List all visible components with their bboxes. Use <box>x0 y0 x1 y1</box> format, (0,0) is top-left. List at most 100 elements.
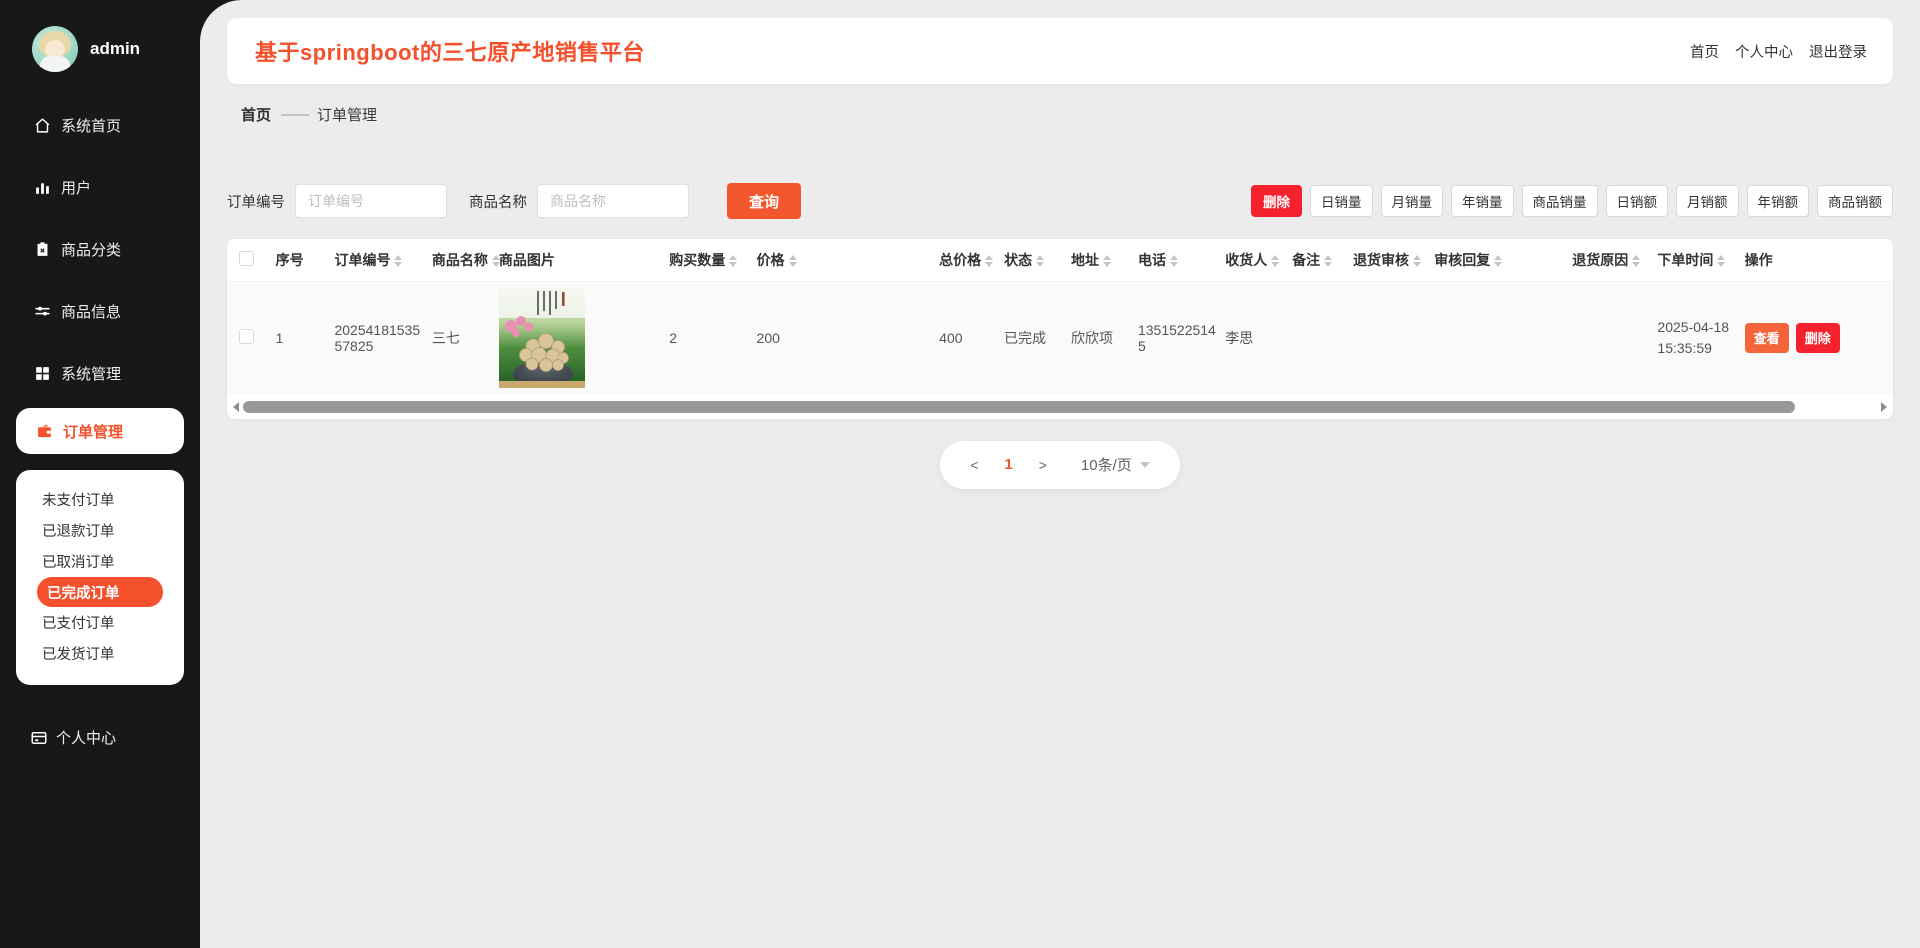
yearly-sales-volume-button[interactable]: 年销量 <box>1451 185 1514 217</box>
sidebar-item-order-management[interactable]: 订单管理 <box>16 408 184 454</box>
scrollbar-thumb[interactable] <box>243 400 1796 413</box>
cell-total: 400 <box>935 280 1001 394</box>
scroll-left-arrow-icon[interactable] <box>233 401 239 412</box>
col-phone[interactable]: 电话 <box>1133 239 1222 281</box>
col-label: 总价格 <box>939 251 982 268</box>
col-index[interactable]: 序号 <box>271 239 331 281</box>
view-button[interactable]: 查看 <box>1744 322 1789 353</box>
col-price[interactable]: 价格 <box>752 239 936 281</box>
sort-icon[interactable] <box>1717 255 1726 268</box>
product-sales-volume-button[interactable]: 商品销量 <box>1521 185 1598 217</box>
col-return-reason[interactable]: 退货原因 <box>1568 239 1654 281</box>
col-remark[interactable]: 备注 <box>1288 239 1350 281</box>
sidebar-item-product-category[interactable]: 商品分类 <box>0 218 200 280</box>
sort-icon[interactable] <box>1632 255 1641 268</box>
sidebar-item-users[interactable]: 用户 <box>0 156 200 218</box>
product-name-input[interactable] <box>537 184 689 218</box>
monthly-sales-amount-button[interactable]: 月销额 <box>1676 185 1739 217</box>
order-no-input[interactable] <box>295 184 447 218</box>
sort-icon[interactable] <box>985 255 994 268</box>
order-date: 2025-04-18 <box>1657 318 1730 335</box>
home-icon <box>35 117 50 133</box>
cell-consignee: 李思 <box>1221 280 1289 394</box>
cell-status: 已完成 <box>1000 280 1068 394</box>
next-page-button[interactable]: > <box>1039 457 1047 473</box>
scrollbar-track[interactable] <box>243 400 1877 413</box>
sidebar-item-label: 商品信息 <box>61 303 122 321</box>
monthly-sales-volume-button[interactable]: 月销量 <box>1380 185 1443 217</box>
sort-icon[interactable] <box>1413 255 1422 268</box>
avatar[interactable] <box>32 26 78 72</box>
sidebar-item-label: 商品分类 <box>61 241 122 259</box>
page-number[interactable]: 1 <box>1004 456 1012 473</box>
cell-actions: 查看 删除 <box>1740 280 1893 394</box>
cell-phone: 13515225145 <box>1133 280 1222 394</box>
sort-icon[interactable] <box>1271 255 1280 268</box>
prev-page-button[interactable]: < <box>970 457 978 473</box>
row-delete-button[interactable]: 删除 <box>1795 322 1840 353</box>
sort-icon[interactable] <box>1103 255 1112 268</box>
page-size-select[interactable]: 10条/页 <box>1081 454 1150 475</box>
col-address[interactable]: 地址 <box>1067 239 1134 281</box>
sort-icon[interactable] <box>1494 255 1503 268</box>
sort-icon[interactable] <box>1324 255 1333 268</box>
toolbar-actions: 删除 日销量 月销量 年销量 商品销量 日销额 月销额 年销额 商品销额 <box>1251 185 1893 217</box>
nav-link-personal-center[interactable]: 个人中心 <box>1735 41 1793 62</box>
col-label: 序号 <box>275 251 304 268</box>
col-label: 备注 <box>1292 251 1321 268</box>
sidebar-item-system-management[interactable]: 系统管理 <box>0 342 200 404</box>
sort-icon[interactable] <box>1169 255 1178 268</box>
submenu-item-unpaid-orders[interactable]: 未支付订单 <box>16 484 184 515</box>
yearly-sales-amount-button[interactable]: 年销额 <box>1746 185 1809 217</box>
row-checkbox[interactable] <box>239 328 254 344</box>
product-sales-amount-button[interactable]: 商品销额 <box>1817 185 1893 217</box>
cell-order-no: 2025418153557825 <box>330 280 428 394</box>
sidebar-item-product-info[interactable]: 商品信息 <box>0 280 200 342</box>
pagination: < 1 > 10条/页 <box>940 440 1180 489</box>
scroll-right-arrow-icon[interactable] <box>1881 401 1887 412</box>
chevron-down-icon <box>1139 461 1150 468</box>
cell-remark <box>1288 280 1350 394</box>
col-label: 退货审核 <box>1353 251 1410 268</box>
col-quantity[interactable]: 购买数量 <box>665 239 753 281</box>
top-nav: 首页 个人中心 退出登录 <box>1690 41 1867 62</box>
table-header-row: 序号 订单编号 商品名称 商品图片 购买数量 价格 总价格 状态 地址 电话 收… <box>227 239 1893 281</box>
col-order-time[interactable]: 下单时间 <box>1653 239 1741 281</box>
delete-button[interactable]: 删除 <box>1251 185 1302 217</box>
submenu-item-shipped-orders[interactable]: 已发货订单 <box>16 638 184 669</box>
sort-icon[interactable] <box>394 255 403 268</box>
sidebar-item-label: 系统管理 <box>61 365 122 383</box>
sort-icon[interactable] <box>788 255 797 268</box>
nav-link-logout[interactable]: 退出登录 <box>1809 41 1867 62</box>
submenu-label: 未支付订单 <box>42 493 115 509</box>
col-consignee[interactable]: 收货人 <box>1221 239 1289 281</box>
submenu-item-refunded-orders[interactable]: 已退款订单 <box>16 515 184 546</box>
pagination-wrap: < 1 > 10条/页 <box>227 440 1893 489</box>
breadcrumb-home[interactable]: 首页 <box>241 104 271 125</box>
col-return-audit[interactable]: 退货审核 <box>1349 239 1431 281</box>
cell-audit-reply <box>1430 280 1569 394</box>
col-order-no[interactable]: 订单编号 <box>330 239 428 281</box>
col-label: 商品图片 <box>498 251 555 268</box>
search-button[interactable]: 查询 <box>727 183 801 219</box>
col-status[interactable]: 状态 <box>1000 239 1068 281</box>
sort-icon[interactable] <box>1036 255 1045 268</box>
col-product-name[interactable]: 商品名称 <box>427 239 500 281</box>
col-audit-reply[interactable]: 审核回复 <box>1430 239 1569 281</box>
submenu-item-cancelled-orders[interactable]: 已取消订单 <box>16 546 184 577</box>
daily-sales-volume-button[interactable]: 日销量 <box>1310 185 1373 217</box>
sort-icon[interactable] <box>729 255 738 268</box>
horizontal-scrollbar[interactable] <box>233 400 1887 414</box>
nav-link-home[interactable]: 首页 <box>1690 41 1719 62</box>
submenu-item-completed-orders[interactable]: 已完成订单 <box>37 577 163 607</box>
product-photo[interactable] <box>498 287 585 388</box>
submenu-item-paid-orders[interactable]: 已支付订单 <box>16 607 184 638</box>
daily-sales-amount-button[interactable]: 日销额 <box>1605 185 1668 217</box>
app-window: admin 系统首页 用户 商品分类 商品信息 系统管理 订单管理 未支付订单 … <box>0 0 1920 948</box>
sidebar-item-personal-center[interactable]: 个人中心 <box>0 727 200 748</box>
select-all-checkbox[interactable] <box>239 250 254 266</box>
sidebar-item-system-home[interactable]: 系统首页 <box>0 94 200 156</box>
col-label: 商品名称 <box>431 251 488 268</box>
page-header: 基于springboot的三七原产地销售平台 首页 个人中心 退出登录 <box>227 18 1893 84</box>
col-total[interactable]: 总价格 <box>935 239 1001 281</box>
